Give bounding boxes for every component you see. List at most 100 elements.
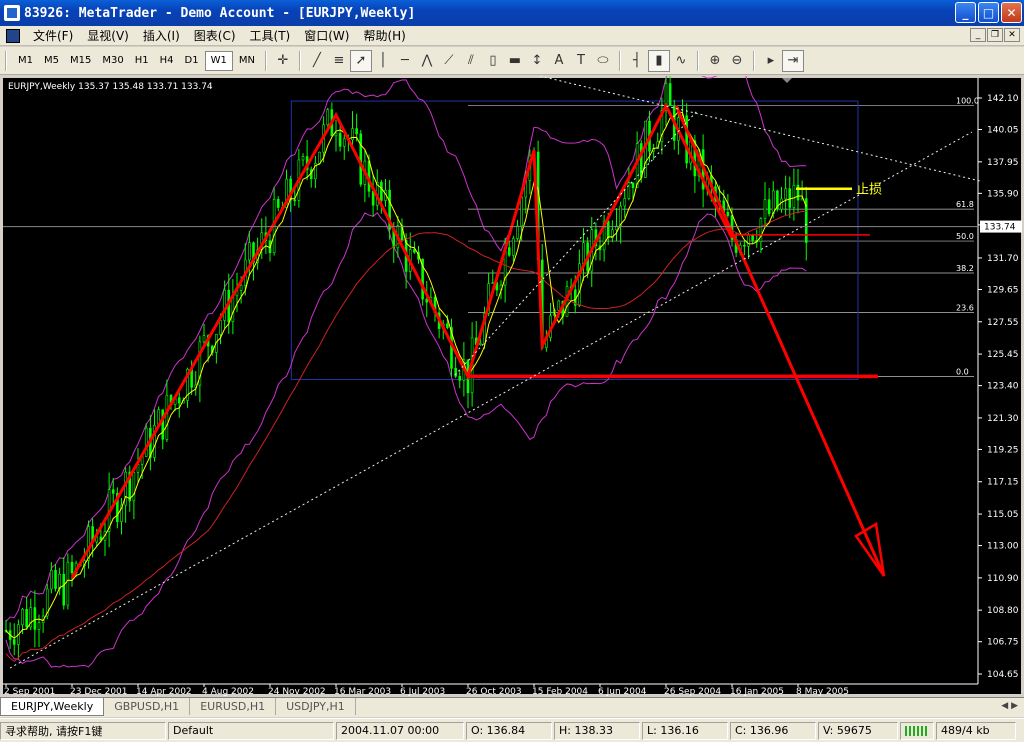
- timeframe-m5-button[interactable]: M5: [39, 51, 64, 71]
- chart-window-icon[interactable]: [6, 28, 20, 43]
- candle-body: [177, 397, 181, 404]
- candle-body: [202, 335, 206, 343]
- y-tick-label: 125.45: [987, 350, 1019, 360]
- timeframe-m30-button[interactable]: M30: [97, 51, 128, 71]
- candle-body: [371, 191, 375, 206]
- maximize-button[interactable]: □: [978, 2, 999, 23]
- fib-level-label: 0.0: [956, 367, 969, 376]
- candle-body: [25, 609, 28, 628]
- toolbar: M1 M5 M15 M30 H1 H4 D1 W1 MN ✛ ╱ ≡ ➚ │ ─…: [0, 47, 1024, 75]
- candle-body: [219, 320, 222, 335]
- candle-body: [293, 199, 297, 202]
- fib-level-label: 38.2: [956, 264, 974, 273]
- minimize-button[interactable]: _: [955, 2, 976, 23]
- ellipse-icon[interactable]: ⬭: [592, 50, 614, 72]
- candle-body: [70, 561, 74, 574]
- x-tick-label: 16 Mar 2003: [334, 687, 391, 696]
- candle-body: [516, 225, 519, 239]
- timeframe-h4-button[interactable]: H4: [155, 51, 179, 71]
- candle-body: [239, 285, 243, 291]
- horizontal-line-icon[interactable]: ─: [394, 50, 416, 72]
- menu-window[interactable]: 窗口(W): [297, 27, 356, 44]
- zoom-out-icon[interactable]: ⊖: [726, 50, 748, 72]
- y-tick-label: 135.90: [987, 189, 1019, 199]
- title-bar: 83926: MetaTrader - Demo Account - [EURJ…: [0, 0, 1024, 26]
- candle-body: [458, 376, 462, 381]
- tab-eurusd-h1[interactable]: EURUSD,H1: [190, 698, 277, 715]
- x-tick-label: 6 Jul 2003: [400, 687, 445, 696]
- timeframe-d1-button[interactable]: D1: [180, 51, 204, 71]
- menu-help[interactable]: 帮助(H): [356, 27, 412, 44]
- y-tick-label: 110.90: [987, 574, 1019, 584]
- gann-fan-icon[interactable]: ⟋: [438, 50, 460, 72]
- arrows-icon[interactable]: ↕: [526, 50, 548, 72]
- menu-file[interactable]: 文件(F): [26, 27, 80, 44]
- candle-body: [631, 182, 635, 189]
- y-tick-label: 137.95: [987, 158, 1019, 168]
- zoom-in-icon[interactable]: ⊕: [704, 50, 726, 72]
- tab-gbpusd-h1[interactable]: GBPUSD,H1: [104, 698, 191, 715]
- price-chart[interactable]: EURJPY,Weekly 135.37 135.48 133.71 133.7…: [0, 61, 1024, 697]
- text-icon[interactable]: A: [548, 50, 570, 72]
- toolbar-separator: [696, 50, 699, 71]
- x-tick-label: 2 Sep 2001: [4, 687, 55, 696]
- timeframe-mn-button[interactable]: MN: [234, 51, 260, 71]
- candle-body: [413, 249, 416, 253]
- menu-insert[interactable]: 插入(I): [136, 27, 187, 44]
- app-icon: [4, 5, 20, 21]
- candle-body: [763, 199, 767, 219]
- fibo-fan-icon[interactable]: ⫽: [460, 50, 482, 72]
- close-button[interactable]: ✕: [1001, 2, 1022, 23]
- mdi-close-button[interactable]: ✕: [1004, 28, 1020, 42]
- candle-body: [507, 247, 511, 256]
- timeframe-m15-button[interactable]: M15: [65, 51, 96, 71]
- candle-body: [792, 184, 796, 208]
- mdi-minimize-button[interactable]: _: [970, 28, 986, 42]
- candlestick-chart-icon[interactable]: ▮: [647, 49, 670, 72]
- fib-level-label: 23.6: [956, 304, 974, 313]
- candle-body: [58, 573, 61, 589]
- tab-usdjpy-h1[interactable]: USDJPY,H1: [276, 698, 356, 715]
- candle-body: [342, 138, 346, 147]
- cursor-icon[interactable]: ➚: [349, 49, 372, 72]
- chart-shift-icon[interactable]: ⇥: [781, 49, 804, 72]
- candle-body: [767, 199, 771, 214]
- chart-area[interactable]: EURJPY,Weekly 135.37 135.48 133.71 133.7…: [0, 61, 1024, 697]
- vertical-line-icon[interactable]: │: [372, 50, 394, 72]
- candle-body: [223, 289, 226, 321]
- status-open: O: 136.84: [466, 721, 552, 740]
- trendline-icon[interactable]: ╱: [306, 50, 328, 72]
- timeframe-h1-button[interactable]: H1: [130, 51, 154, 71]
- toolbar-separator: [264, 50, 267, 71]
- menu-charts[interactable]: 图表(C): [187, 27, 243, 44]
- menu-view[interactable]: 显视(V): [80, 27, 136, 44]
- y-tick-label: 123.40: [987, 382, 1019, 392]
- line-chart-icon[interactable]: ∿: [670, 50, 692, 72]
- bar-chart-icon[interactable]: ┤: [626, 50, 648, 72]
- y-tick-label: 117.15: [987, 478, 1019, 488]
- timeframe-m1-button[interactable]: M1: [13, 51, 38, 71]
- crosshair-icon[interactable]: ✛: [272, 50, 294, 72]
- status-help: 寻求帮助, 请按F1键: [0, 721, 166, 740]
- auto-scroll-icon[interactable]: ▸: [760, 50, 782, 72]
- tab-eurjpy-weekly[interactable]: EURJPY,Weekly: [0, 698, 105, 716]
- menu-tools[interactable]: 工具(T): [243, 27, 298, 44]
- x-tick-label: 8 May 2005: [796, 687, 849, 696]
- channel-icon[interactable]: ▯: [482, 50, 504, 72]
- candle-body: [520, 196, 523, 227]
- candle-body: [165, 394, 169, 440]
- candle-body: [668, 83, 672, 107]
- toolbar-separator: [752, 50, 755, 71]
- x-tick-label: 16 Jan 2005: [730, 687, 784, 696]
- andrews-pitchfork-icon[interactable]: ⋀: [416, 50, 438, 72]
- text-label-icon[interactable]: T: [570, 50, 592, 72]
- candle-body: [623, 198, 627, 207]
- candle-body: [491, 282, 495, 284]
- fibonacci-icon[interactable]: ≡: [328, 50, 350, 72]
- tab-scroll-arrows-icon[interactable]: ◀ ▶: [1001, 701, 1018, 711]
- timeframe-w1-button[interactable]: W1: [204, 50, 233, 71]
- rectangle-icon[interactable]: ▬: [504, 50, 526, 72]
- y-tick-label: 131.70: [987, 254, 1019, 264]
- mdi-restore-button[interactable]: ❐: [987, 28, 1003, 42]
- candle-body: [759, 218, 763, 243]
